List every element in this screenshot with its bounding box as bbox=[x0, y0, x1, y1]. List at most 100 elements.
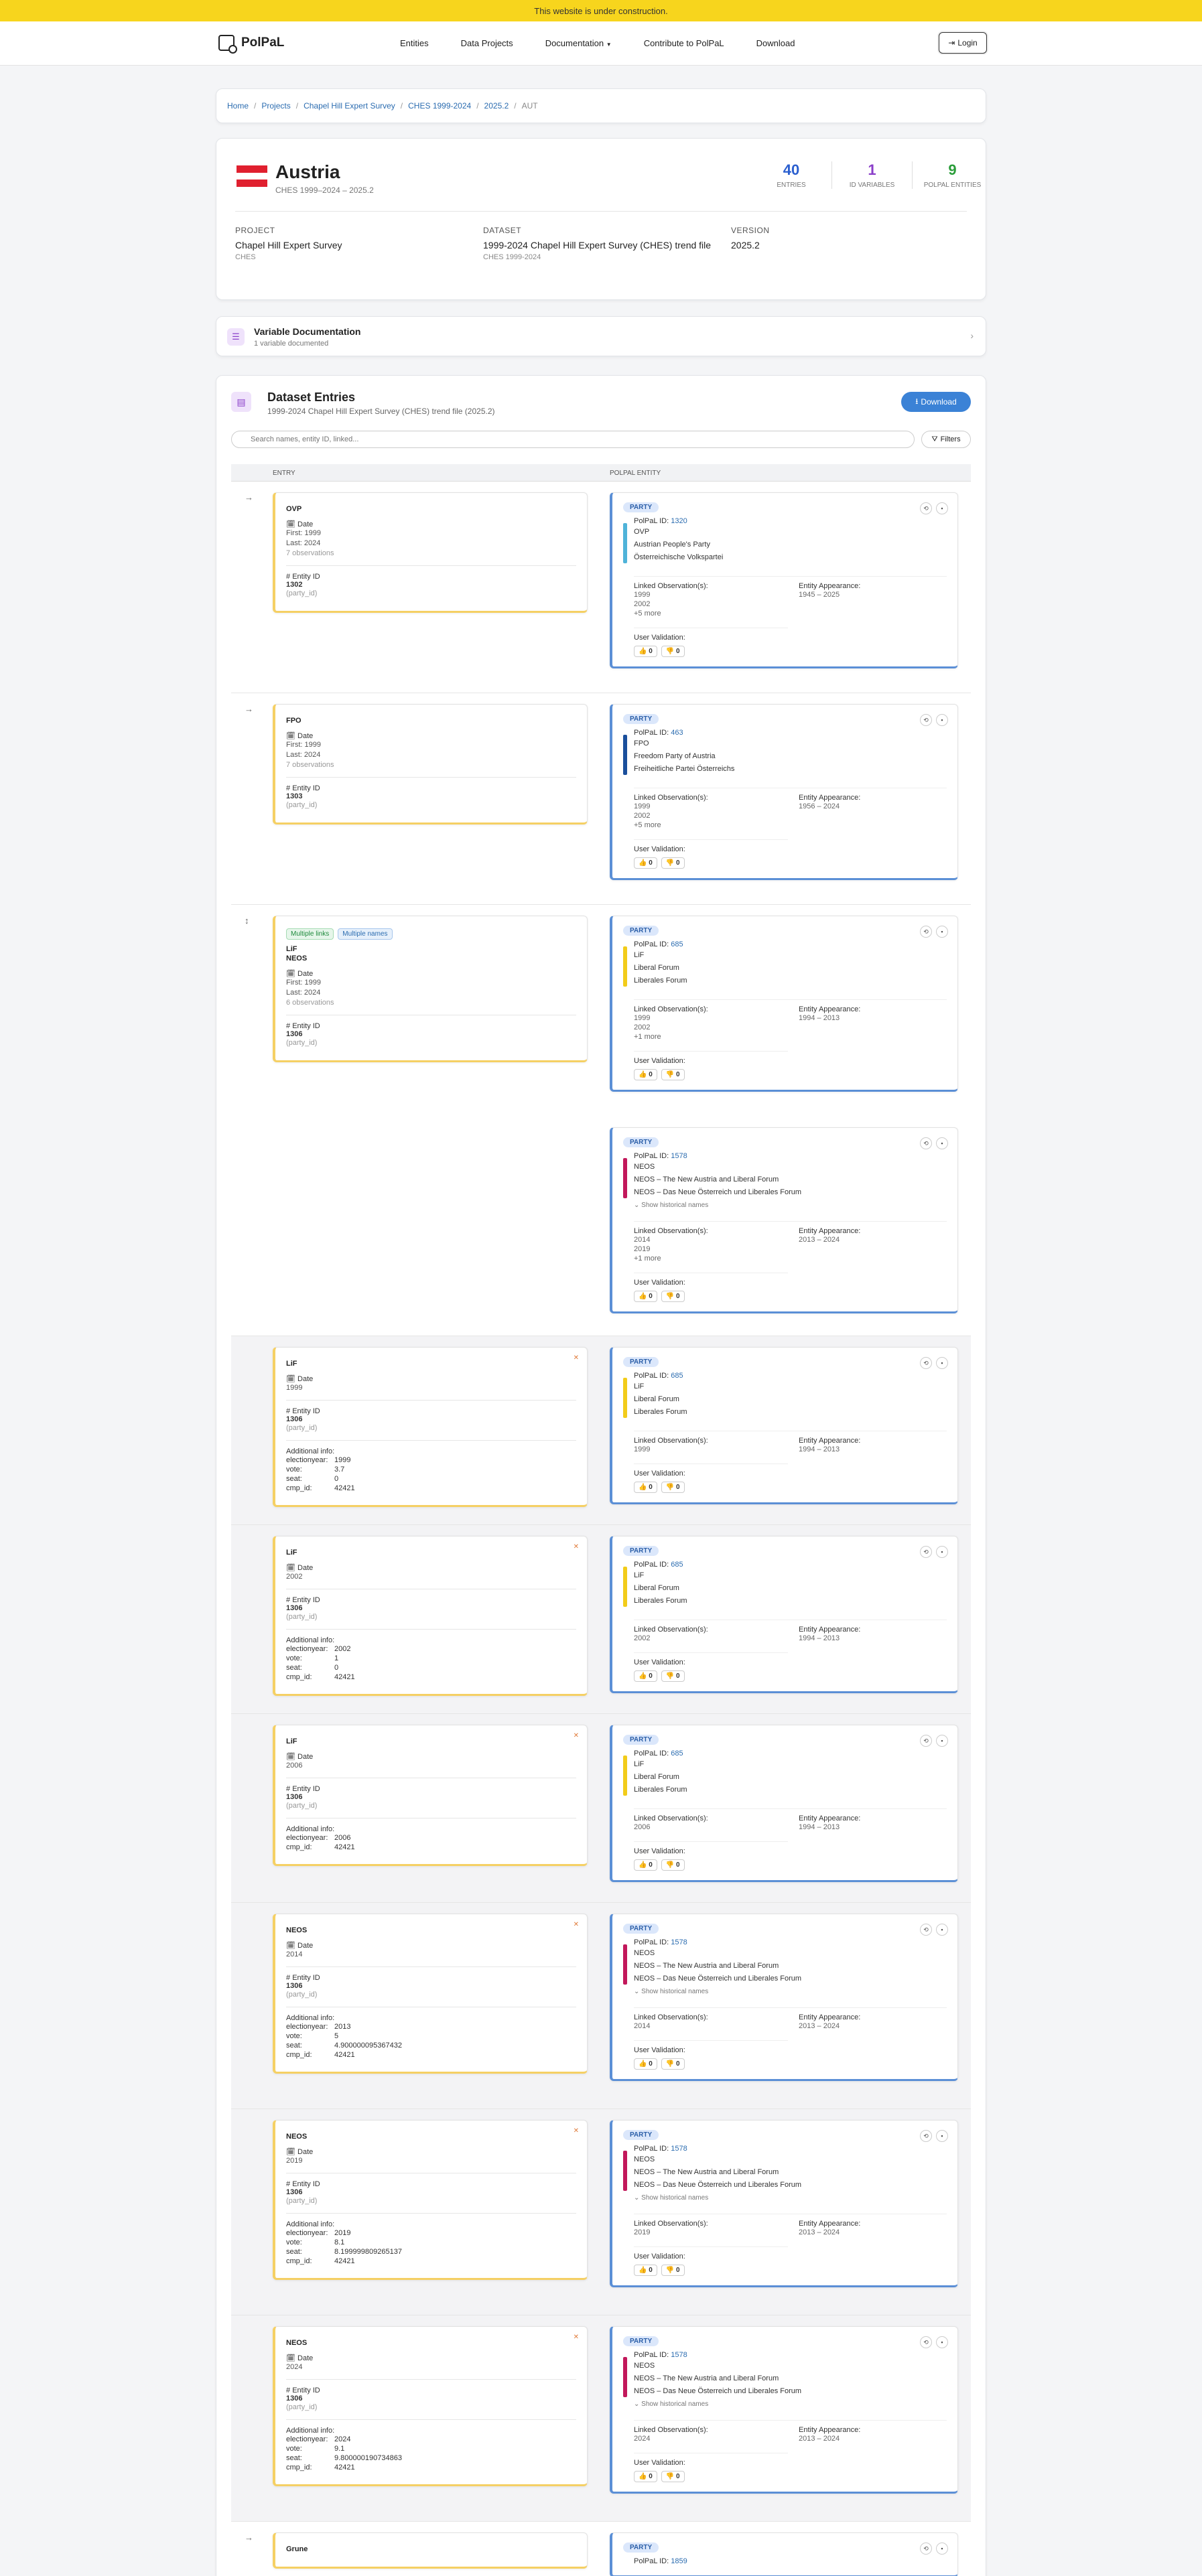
history-icon[interactable]: ⟲ bbox=[920, 2543, 932, 2555]
trash-icon[interactable]: ▪ bbox=[936, 2543, 948, 2555]
entity-appearance: 2013 – 2024 bbox=[799, 2228, 840, 2236]
search-input[interactable] bbox=[231, 431, 915, 448]
thumbs-up-button[interactable]: 👍 0 bbox=[634, 2265, 657, 2276]
thumbs-up-button[interactable]: 👍 0 bbox=[634, 2058, 657, 2070]
history-icon[interactable]: ⟲ bbox=[920, 2130, 932, 2142]
crumb-version[interactable]: 2025.2 bbox=[484, 101, 509, 111]
history-icon[interactable]: ⟲ bbox=[920, 1924, 932, 1936]
download-button[interactable]: ⭳ Download bbox=[901, 392, 971, 412]
nav-entities[interactable]: Entities bbox=[400, 38, 429, 48]
thumbs-up-button[interactable]: 👍 0 bbox=[634, 1069, 657, 1080]
entry-card[interactable]: ✕ LiF 🗓 Date 2006 # Entity ID 1306 (party_id) A… bbox=[273, 1725, 588, 1866]
trash-icon[interactable]: ▪ bbox=[936, 1137, 948, 1149]
entry-card[interactable]: ✕ NEOS 🗓 Date 2014 # Entity ID 1306 (party_id)… bbox=[273, 1914, 588, 2074]
polpal-id-link[interactable]: 685 bbox=[671, 1749, 683, 1758]
trash-icon[interactable]: ▪ bbox=[936, 502, 948, 514]
history-icon[interactable]: ⟲ bbox=[920, 926, 932, 938]
trash-icon[interactable]: ▪ bbox=[936, 926, 948, 938]
polpal-id-link[interactable]: 463 bbox=[671, 729, 683, 737]
polpal-entity-card[interactable]: PARTY ⟲ ▪ PolPaL ID: 685 LiF Liberal Forum Lib… bbox=[610, 1725, 958, 1882]
nav-download[interactable]: Download bbox=[756, 38, 795, 48]
entry-card[interactable]: OVP 🗓 Date First: 1999 Last: 2024 7 observat… bbox=[273, 492, 588, 613]
thumbs-down-button[interactable]: 👎 0 bbox=[661, 1859, 685, 1871]
polpal-entity-card[interactable]: PARTY ⟲ ▪ PolPaL ID: 1320 OVP Austrian People… bbox=[610, 492, 958, 668]
polpal-entity-card[interactable]: PARTY ⟲ ▪ PolPaL ID: 1578 NEOS NEOS – The New… bbox=[610, 2326, 958, 2494]
nav-documentation[interactable]: Documentation ▼ bbox=[545, 38, 612, 48]
polpal-id-link[interactable]: 1578 bbox=[671, 1152, 687, 1160]
thumbs-up-button[interactable]: 👍 0 bbox=[634, 1482, 657, 1493]
entry-card[interactable]: Grune bbox=[273, 2532, 588, 2569]
thumbs-down-button[interactable]: 👎 0 bbox=[661, 1670, 685, 1682]
thumbs-down-button[interactable]: 👎 0 bbox=[661, 1069, 685, 1080]
nav-contribute[interactable]: Contribute to PolPaL bbox=[644, 38, 724, 48]
trash-icon[interactable]: ▪ bbox=[936, 714, 948, 726]
history-icon[interactable]: ⟲ bbox=[920, 1735, 932, 1747]
polpal-id-link[interactable]: 685 bbox=[671, 1561, 683, 1569]
entry-card[interactable]: ✕ LiF 🗓 Date 2002 # Entity ID 1306 (party_id) A… bbox=[273, 1536, 588, 1696]
polpal-entity-card[interactable]: PARTY ⟲ ▪ PolPaL ID: 463 FPO Freedom Party of… bbox=[610, 704, 958, 880]
show-historical-names[interactable]: ⌄ Show historical names bbox=[634, 2401, 947, 2408]
trash-icon[interactable]: ▪ bbox=[936, 1924, 948, 1936]
crumb-home[interactable]: Home bbox=[227, 101, 249, 111]
thumbs-up-button[interactable]: 👍 0 bbox=[634, 2471, 657, 2482]
trash-icon[interactable]: ▪ bbox=[936, 2130, 948, 2142]
login-button[interactable]: ⇥ Login bbox=[939, 32, 987, 54]
nav-data-projects[interactable]: Data Projects bbox=[461, 38, 513, 48]
polpal-entity-card[interactable]: PARTY ⟲ ▪ PolPaL ID: 1859 bbox=[610, 2532, 958, 2576]
polpal-id-link[interactable]: 685 bbox=[671, 1372, 683, 1380]
thumbs-down-button[interactable]: 👎 0 bbox=[661, 2471, 685, 2482]
crumb-project[interactable]: Chapel Hill Expert Survey bbox=[304, 101, 395, 111]
entry-card[interactable]: ✕ NEOS 🗓 Date 2019 # Entity ID 1306 (party_id)… bbox=[273, 2120, 588, 2280]
polpal-id-link[interactable]: 1320 bbox=[671, 517, 687, 525]
polpal-entity-card[interactable]: PARTY ⟲ ▪ PolPaL ID: 1578 NEOS NEOS – The New… bbox=[610, 1127, 958, 1313]
trash-icon[interactable]: ▪ bbox=[936, 1357, 948, 1369]
polpal-id-link[interactable]: 1578 bbox=[671, 1938, 687, 1946]
thumbs-up-button[interactable]: 👍 0 bbox=[634, 646, 657, 657]
show-historical-names[interactable]: ⌄ Show historical names bbox=[634, 1988, 947, 1995]
trash-icon[interactable]: ▪ bbox=[936, 1546, 948, 1558]
variable-documentation[interactable]: ☰ Variable Documentation 1 variable docu… bbox=[216, 316, 986, 356]
arrow-right-icon[interactable]: → bbox=[245, 492, 253, 502]
polpal-entity-card[interactable]: PARTY ⟲ ▪ PolPaL ID: 685 LiF Liberal Forum Lib… bbox=[610, 1347, 958, 1504]
history-icon[interactable]: ⟲ bbox=[920, 1357, 932, 1369]
entry-card[interactable]: ✕ NEOS 🗓 Date 2024 # Entity ID 1306 (party_id)… bbox=[273, 2326, 588, 2486]
thumbs-up-button[interactable]: 👍 0 bbox=[634, 1670, 657, 1682]
thumbs-up-button[interactable]: 👍 0 bbox=[634, 857, 657, 869]
polpal-id-link[interactable]: 1578 bbox=[671, 2351, 687, 2359]
history-icon[interactable]: ⟲ bbox=[920, 502, 932, 514]
polpal-entity-card[interactable]: PARTY ⟲ ▪ PolPaL ID: 1578 NEOS NEOS – The New… bbox=[610, 2120, 958, 2287]
thumbs-down-button[interactable]: 👎 0 bbox=[661, 2265, 685, 2276]
filters-button[interactable]: ⛛ Filters bbox=[921, 431, 971, 448]
show-historical-names[interactable]: ⌄ Show historical names bbox=[634, 2194, 947, 2202]
polpal-id-link[interactable]: 1578 bbox=[671, 2145, 687, 2153]
polpal-entity-card[interactable]: PARTY ⟲ ▪ PolPaL ID: 1578 NEOS NEOS – The New… bbox=[610, 1914, 958, 2081]
polpal-id-link[interactable]: 1859 bbox=[671, 2557, 687, 2565]
calendar-icon: 🗓 bbox=[286, 520, 295, 528]
history-icon[interactable]: ⟲ bbox=[920, 1546, 932, 1558]
crumb-dataset[interactable]: CHES 1999-2024 bbox=[408, 101, 471, 111]
arrow-right-icon[interactable]: → bbox=[245, 704, 253, 714]
thumbs-down-button[interactable]: 👎 0 bbox=[661, 1291, 685, 1302]
thumbs-down-button[interactable]: 👎 0 bbox=[661, 646, 685, 657]
show-historical-names[interactable]: ⌄ Show historical names bbox=[634, 1202, 947, 1209]
polpal-entity-card[interactable]: PARTY ⟲ ▪ PolPaL ID: 685 LiF Liberal Forum Lib… bbox=[610, 916, 958, 1092]
thumbs-up-button[interactable]: 👍 0 bbox=[634, 1859, 657, 1871]
entry-card[interactable]: ✕ LiF 🗓 Date 1999 # Entity ID 1306 (party_id) A… bbox=[273, 1347, 588, 1507]
thumbs-down-button[interactable]: 👎 0 bbox=[661, 2058, 685, 2070]
trash-icon[interactable]: ▪ bbox=[936, 2336, 948, 2348]
brand-logo[interactable]: PolPaL bbox=[218, 35, 284, 54]
polpal-entity-card[interactable]: PARTY ⟲ ▪ PolPaL ID: 685 LiF Liberal Forum Lib… bbox=[610, 1536, 958, 1693]
thumbs-up-button[interactable]: 👍 0 bbox=[634, 1291, 657, 1302]
history-icon[interactable]: ⟲ bbox=[920, 1137, 932, 1149]
history-icon[interactable]: ⟲ bbox=[920, 714, 932, 726]
crumb-projects[interactable]: Projects bbox=[261, 101, 290, 111]
entry-card[interactable]: Multiple links Multiple names LiF NEOS 🗓 Dat… bbox=[273, 916, 588, 1062]
arrow-right-icon[interactable]: → bbox=[245, 2532, 253, 2543]
expand-icon[interactable]: ↕ bbox=[245, 916, 249, 926]
polpal-id-link[interactable]: 685 bbox=[671, 940, 683, 948]
history-icon[interactable]: ⟲ bbox=[920, 2336, 932, 2348]
thumbs-down-button[interactable]: 👎 0 bbox=[661, 1482, 685, 1493]
trash-icon[interactable]: ▪ bbox=[936, 1735, 948, 1747]
thumbs-down-button[interactable]: 👎 0 bbox=[661, 857, 685, 869]
entry-card[interactable]: FPO 🗓 Date First: 1999 Last: 2024 7 observat… bbox=[273, 704, 588, 825]
